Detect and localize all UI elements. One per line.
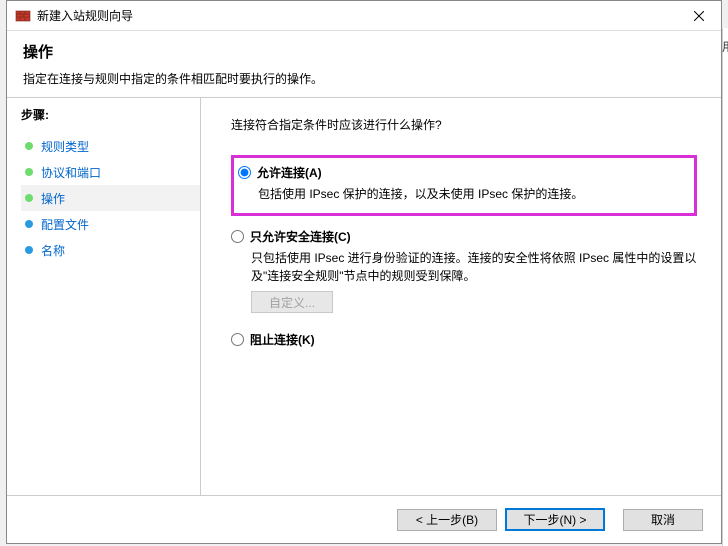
step-label: 规则类型 bbox=[41, 138, 89, 155]
bullet-icon bbox=[25, 194, 33, 202]
step-name[interactable]: 名称 bbox=[21, 237, 200, 263]
bullet-icon bbox=[25, 142, 33, 150]
question-text: 连接符合指定条件时应该进行什么操作? bbox=[231, 116, 697, 133]
step-action[interactable]: 操作 bbox=[21, 185, 200, 211]
background-char: 用 bbox=[722, 38, 728, 55]
cancel-button[interactable]: 取消 bbox=[623, 509, 703, 531]
radio-block[interactable] bbox=[231, 333, 244, 346]
step-label: 操作 bbox=[41, 190, 65, 207]
customize-button: 自定义... bbox=[251, 291, 333, 313]
page-description: 指定在连接与规则中指定的条件相匹配时要执行的操作。 bbox=[23, 70, 705, 87]
background-edge: 用 bbox=[722, 28, 728, 546]
sidebar: 步骤: 规则类型 协议和端口 操作 配置文件 名称 bbox=[7, 98, 201, 495]
close-button[interactable] bbox=[676, 1, 721, 30]
main-panel: 连接符合指定条件时应该进行什么操作? 允许连接(A) 包括使用 IPsec 保护… bbox=[201, 98, 721, 495]
highlighted-option-box: 允许连接(A) 包括使用 IPsec 保护的连接，以及未使用 IPsec 保护的… bbox=[231, 155, 697, 216]
radio-allow[interactable] bbox=[238, 166, 251, 179]
titlebar: 新建入站规则向导 bbox=[7, 1, 721, 31]
step-label: 名称 bbox=[41, 242, 65, 259]
option-allow-secure-label[interactable]: 只允许安全连接(C) bbox=[250, 228, 351, 245]
header-section: 操作 指定在连接与规则中指定的条件相匹配时要执行的操作。 bbox=[7, 31, 721, 98]
bullet-icon bbox=[25, 246, 33, 254]
sidebar-heading: 步骤: bbox=[21, 106, 200, 123]
back-button[interactable]: < 上一步(B) bbox=[397, 509, 497, 531]
firewall-icon bbox=[15, 8, 31, 24]
wizard-window: 新建入站规则向导 操作 指定在连接与规则中指定的条件相匹配时要执行的操作。 步骤… bbox=[6, 0, 722, 544]
step-label: 配置文件 bbox=[41, 216, 89, 233]
option-block-label[interactable]: 阻止连接(K) bbox=[250, 331, 315, 348]
radio-allow-secure[interactable] bbox=[231, 230, 244, 243]
step-protocol-port[interactable]: 协议和端口 bbox=[21, 159, 200, 185]
bullet-icon bbox=[25, 220, 33, 228]
option-allow-label[interactable]: 允许连接(A) bbox=[257, 164, 322, 181]
window-title: 新建入站规则向导 bbox=[37, 7, 133, 24]
body: 步骤: 规则类型 协议和端口 操作 配置文件 名称 连 bbox=[7, 98, 721, 495]
page-title: 操作 bbox=[23, 41, 705, 62]
option-block: 阻止连接(K) bbox=[231, 331, 697, 348]
option-allow-secure: 只允许安全连接(C) 只包括使用 IPsec 进行身份验证的连接。连接的安全性将… bbox=[231, 228, 697, 313]
option-allow-secure-desc: 只包括使用 IPsec 进行身份验证的连接。连接的安全性将依照 IPsec 属性… bbox=[251, 249, 697, 285]
option-allow-desc: 包括使用 IPsec 保护的连接，以及未使用 IPsec 保护的连接。 bbox=[258, 185, 686, 203]
step-label: 协议和端口 bbox=[41, 164, 101, 181]
next-button[interactable]: 下一步(N) > bbox=[505, 508, 605, 531]
step-rule-type[interactable]: 规则类型 bbox=[21, 133, 200, 159]
option-allow: 允许连接(A) 包括使用 IPsec 保护的连接，以及未使用 IPsec 保护的… bbox=[238, 164, 686, 203]
bullet-icon bbox=[25, 168, 33, 176]
step-profile[interactable]: 配置文件 bbox=[21, 211, 200, 237]
footer: < 上一步(B) 下一步(N) > 取消 bbox=[7, 495, 721, 543]
